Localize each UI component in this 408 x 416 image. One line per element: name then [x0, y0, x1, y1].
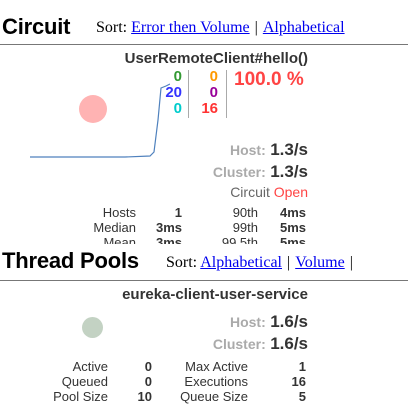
stats-row: Active 0 Max Active 1 — [48, 359, 306, 374]
stats-row: Queued 0 Executions 16 — [48, 374, 306, 389]
stats-value: 5 — [298, 389, 306, 404]
stats-value: 0 — [144, 359, 152, 374]
stats-row: Median 3ms 99th 5ms — [48, 220, 306, 235]
stats-row: Hosts 1 90th 4ms — [48, 205, 306, 220]
short-circuited-count: 20 — [165, 84, 182, 101]
circuit-header-rule — [0, 44, 408, 45]
stats-value: 3ms — [155, 220, 182, 235]
stats-label: Max Active — [185, 359, 248, 374]
cluster-value: 1.3/s — [270, 162, 308, 181]
stats-value: 16 — [291, 374, 306, 389]
host-value: 1.3/s — [270, 140, 308, 159]
stats-row: Pool Size 10 Queue Size 5 — [48, 389, 306, 404]
host-value: 1.6/s — [270, 312, 308, 331]
circuit-status-label: Circuit — [230, 184, 270, 200]
timeout-count: 0 — [209, 68, 218, 85]
cluster-label: Cluster: — [212, 164, 266, 180]
circuit-status: Circuit Open — [230, 184, 308, 200]
stats-label: Active — [72, 359, 108, 374]
thread-pools-sort-label: Sort: — [166, 254, 198, 271]
cluster-value: 1.6/s — [270, 334, 308, 353]
stats-value: 1 — [298, 359, 306, 374]
host-label: Host: — [229, 142, 266, 158]
sort-error-then-volume-link[interactable]: Error then Volume — [131, 19, 250, 36]
thread-pool-host-rate: Host: 1.6/s — [230, 312, 308, 332]
circuit-sort-bar: Sort: Error then Volume | Alphabetical — [96, 19, 345, 37]
sort-volume-link[interactable]: Volume — [295, 254, 344, 271]
stats-label: 99.5th — [221, 235, 258, 244]
stats-value: 10 — [137, 389, 152, 404]
thread-pool-cluster-rate: Cluster: 1.6/s — [213, 334, 308, 354]
stats-label: Executions — [184, 374, 248, 389]
stats-label: Queued — [61, 374, 108, 389]
stats-label: Mean — [103, 235, 136, 244]
sort-separator: | — [287, 254, 291, 271]
stats-value: 0 — [144, 374, 152, 389]
circuit-sparkline — [30, 83, 170, 158]
counts-divider-1 — [188, 70, 189, 118]
circuit-host-rate: Host: 1.3/s — [230, 140, 308, 160]
thread-pool-name: eureka-client-user-service — [122, 286, 308, 303]
sort-alphabetical-link[interactable]: Alphabetical — [200, 254, 282, 271]
counts-divider-2 — [226, 70, 227, 118]
circuit-sort-label: Sort: — [96, 19, 128, 36]
stats-label: Queue Size — [180, 389, 248, 404]
thread-pools-header-rule — [0, 280, 408, 281]
circuit-status-state: Open — [273, 184, 308, 200]
rejected-count: 0 — [209, 84, 218, 101]
circuit-sparkline-chart — [30, 83, 170, 158]
thread-pool-health-circle — [82, 317, 103, 338]
circuit-stats-clip: Hosts 1 90th 4ms Median 3ms 99th 5ms Mea… — [48, 205, 310, 244]
thread-pool-stats-table: Active 0 Max Active 1 Queued 0 Execution… — [48, 359, 306, 404]
stats-label: 90th — [232, 205, 258, 220]
stats-value: 5ms — [279, 235, 306, 244]
thread-pools-section-title: Thread Pools — [2, 248, 139, 273]
success-count: 0 — [173, 68, 182, 85]
sort-separator: | — [254, 19, 258, 36]
sort-separator: | — [349, 254, 353, 271]
error-rate: 100.0 % — [234, 69, 304, 90]
thread-pools-sort-bar: Sort: Alphabetical | Volume | — [166, 254, 358, 272]
stats-label: Median — [93, 220, 136, 235]
stats-row: Mean 3ms 99.5th 5ms — [48, 235, 306, 244]
cluster-label: Cluster: — [212, 336, 266, 352]
stats-value: 5ms — [279, 220, 306, 235]
circuit-section-title: Circuit — [2, 14, 71, 39]
failure-count: 16 — [201, 100, 218, 117]
sort-alphabetical-link[interactable]: Alphabetical — [263, 19, 345, 36]
circuit-stats-table: Hosts 1 90th 4ms Median 3ms 99th 5ms Mea… — [48, 205, 306, 244]
circuit-monitor-name: UserRemoteClient#hello() — [124, 50, 308, 67]
stats-label: 99th — [232, 220, 258, 235]
bad-request-count: 0 — [173, 100, 182, 117]
stats-label: Hosts — [102, 205, 136, 220]
host-label: Host: — [229, 314, 266, 330]
circuit-cluster-rate: Cluster: 1.3/s — [213, 162, 308, 182]
stats-value: 4ms — [279, 205, 306, 220]
stats-value: 1 — [174, 205, 182, 220]
stats-label: Pool Size — [53, 389, 108, 404]
stats-value: 3ms — [155, 235, 182, 244]
